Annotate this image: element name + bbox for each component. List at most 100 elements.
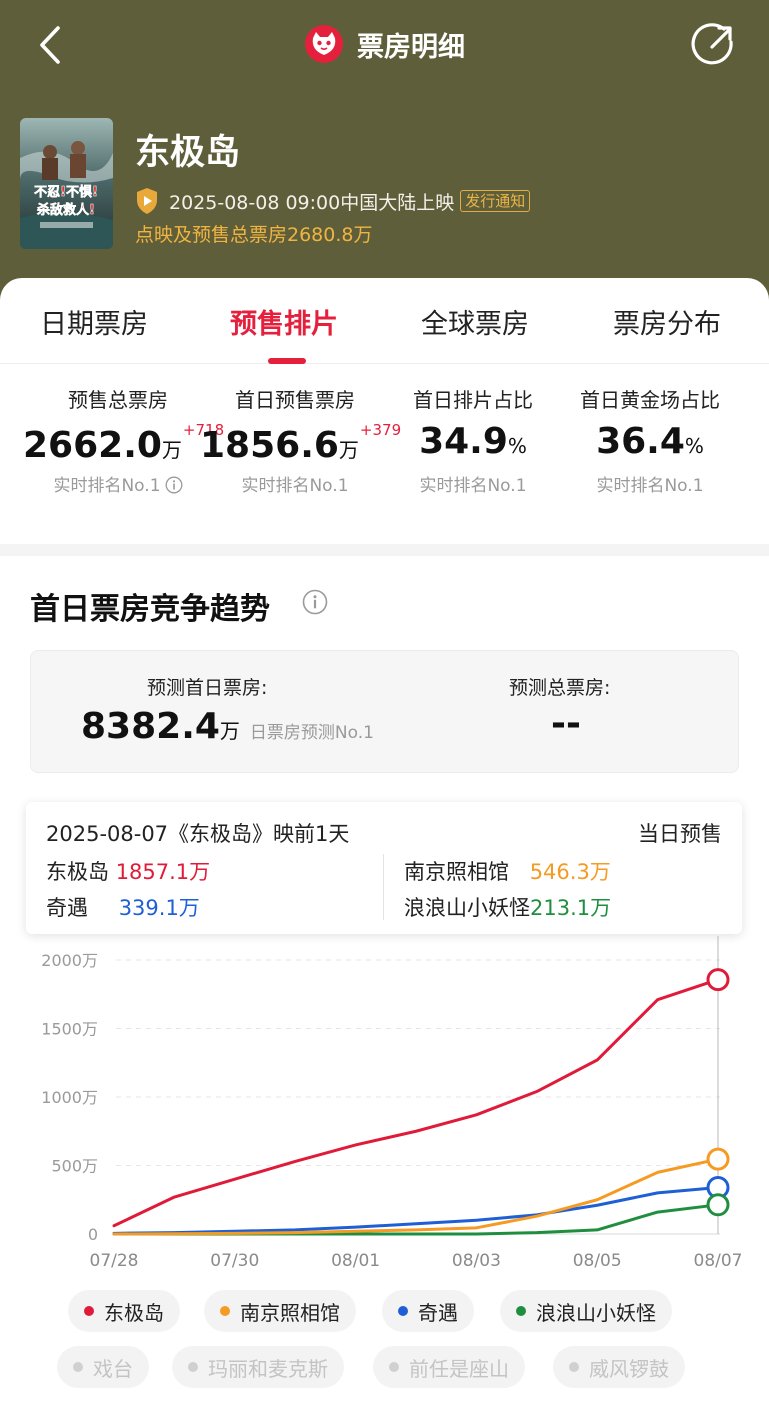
stat-value: 36.4 <box>596 421 685 462</box>
stat-label: 首日排片占比 <box>413 388 533 412</box>
stat-rank: 实时排名No.1 <box>23 471 213 496</box>
stat-label: 首日黄金场占比 <box>580 388 720 412</box>
trend-line-chart[interactable]: 0 500万 1000万 1500万 2000万 07/28 07/30 08/01 08/03… <box>0 936 769 1276</box>
predicted-first-day-label: 预测首日票房: <box>147 677 268 699</box>
legend-label: 戏台 <box>93 1356 133 1381</box>
stat-unit: 万 <box>161 438 182 462</box>
nav-title-group: 票房明细 <box>0 24 769 64</box>
stats-row: 预售总票房 2662.0万+718 实时排名No.1 首日预售票房 1856.6… <box>0 384 769 524</box>
predicted-total-value: -- <box>551 703 581 744</box>
tooltip-item-value: 339.1万 <box>118 896 200 920</box>
series-line <box>112 1186 720 1235</box>
prediction-box: 预测首日票房: 8382.4万 日票房预测No.1 预测总票房: -- <box>30 650 739 773</box>
stat-rank-text: 实时排名No.1 <box>53 476 161 496</box>
active-tab-indicator <box>268 358 306 364</box>
movie-poster[interactable]: 不忍!不惧! 杀敌救人! <box>20 118 113 249</box>
y-tick-label: 500万 <box>51 1157 98 1176</box>
x-tick-label: 08/03 <box>452 1251 501 1271</box>
info-icon[interactable] <box>165 476 183 494</box>
legend-item[interactable]: 前任是座山 <box>373 1346 525 1388</box>
tab-bar: 日期票房 预售排片 全球票房 票房分布 <box>0 278 769 364</box>
tooltip-item: 浪浪山小妖怪213.1万 <box>404 892 611 922</box>
legend-dot <box>220 1306 230 1316</box>
series-end-point <box>706 1193 730 1217</box>
nav-bar: 票房明细 <box>0 0 769 92</box>
tooltip-item-name: 南京照相馆 <box>404 860 509 884</box>
tooltip-separator <box>383 854 384 920</box>
legend-item[interactable]: 奇遇 <box>382 1290 474 1332</box>
tooltip-item-value: 546.3万 <box>529 860 611 884</box>
tooltip-type: 当日预售 <box>638 822 722 846</box>
stat-label: 预售总票房 <box>68 388 168 412</box>
stat-value: 2662.0 <box>23 425 162 466</box>
legend-item[interactable]: 南京照相馆 <box>204 1290 356 1332</box>
y-tick-label: 2000万 <box>41 951 98 970</box>
legend-dot <box>516 1306 526 1316</box>
legend-dot <box>188 1362 198 1372</box>
series-end-point <box>706 968 730 992</box>
x-tick-label: 08/01 <box>331 1251 380 1271</box>
predicted-first-day-rank: 日票房预测No.1 <box>249 723 374 743</box>
stat-first-day-schedule-ratio: 首日排片占比 34.9% 实时排名No.1 <box>378 384 568 496</box>
legend-dot <box>389 1362 399 1372</box>
section-divider <box>0 544 769 556</box>
release-info: 2025-08-08 09:00中国大陆上映 发行通知 <box>135 186 531 216</box>
stat-first-day-golden-ratio: 首日黄金场占比 36.4% 实时排名No.1 <box>555 384 745 496</box>
legend-dot <box>569 1362 579 1372</box>
x-tick-label: 07/30 <box>210 1251 259 1271</box>
stat-value: 34.9 <box>419 421 508 462</box>
legend-label: 威风锣鼓 <box>589 1356 669 1381</box>
stat-first-day-presale: 首日预售票房 1856.6万+379 实时排名No.1 <box>200 384 401 496</box>
movie-header: 票房明细 不忍!不惧! 杀敌救人! 东极岛 2025-08-08 09:00中国… <box>0 0 769 300</box>
stat-presale-total: 预售总票房 2662.0万+718 实时排名No.1 <box>23 384 224 496</box>
legend-item[interactable]: 玛丽和麦克斯 <box>172 1346 344 1388</box>
movie-title: 东极岛 <box>135 133 241 173</box>
release-date: 2025-08-08 09:00中国大陆上映 <box>169 191 455 214</box>
legend-label: 浪浪山小妖怪 <box>536 1300 656 1325</box>
legend-label: 南京照相馆 <box>240 1300 340 1325</box>
series-line <box>112 978 720 1228</box>
tooltip-item-name: 浪浪山小妖怪 <box>404 896 530 920</box>
predicted-total-label: 预测总票房: <box>509 677 611 699</box>
stat-unit: 万 <box>338 438 359 462</box>
stat-rank: 实时排名No.1 <box>596 476 704 496</box>
content-card: 日期票房 预售排片 全球票房 票房分布 预售总票房 2662.0万+718 实时… <box>0 278 769 1421</box>
legend-label: 奇遇 <box>418 1300 458 1325</box>
tab-daily-box-office[interactable]: 日期票房 <box>40 302 148 341</box>
presale-total-text: 点映及预售总票房2680.8万 <box>135 224 373 246</box>
y-tick-label: 1500万 <box>41 1020 98 1039</box>
legend-label: 前任是座山 <box>409 1356 509 1381</box>
predicted-first-day-value: 8382.4 <box>81 706 220 747</box>
svg-text:不忍!不惧!: 不忍!不惧! <box>34 184 98 200</box>
legend-item[interactable]: 浪浪山小妖怪 <box>500 1290 672 1332</box>
stat-value: 1856.6 <box>200 425 339 466</box>
predicted-first-day-value-row: 8382.4万 日票房预测No.1 <box>81 706 374 747</box>
legend-item[interactable]: 戏台 <box>57 1346 149 1388</box>
legend-dot <box>73 1362 83 1372</box>
x-tick-label: 08/07 <box>694 1251 743 1271</box>
tab-global-box-office[interactable]: 全球票房 <box>421 302 529 341</box>
legend-item[interactable]: 东极岛 <box>68 1290 180 1332</box>
tab-presale-schedule[interactable]: 预售排片 <box>230 302 338 341</box>
predicted-first-day-unit: 万 <box>219 719 240 743</box>
shield-icon <box>137 188 157 214</box>
stat-unit: % <box>684 434 704 458</box>
chart-tooltip: 2025-08-07《东极岛》映前1天 当日预售 东极岛 1857.1万 南京照… <box>26 802 742 934</box>
tooltip-item: 东极岛 1857.1万 <box>46 856 210 886</box>
svg-text:杀敌救人!: 杀敌救人! <box>37 202 95 218</box>
page-title: 票房明细 <box>357 31 466 63</box>
legend-label: 玛丽和麦克斯 <box>208 1356 328 1381</box>
series-end-point <box>706 1147 730 1171</box>
stat-label: 首日预售票房 <box>235 388 355 412</box>
x-tick-label: 08/05 <box>573 1251 622 1271</box>
legend-item[interactable]: 威风锣鼓 <box>553 1346 685 1388</box>
stat-rank: 实时排名No.1 <box>241 476 349 496</box>
tooltip-item-name: 东极岛 <box>46 860 109 884</box>
section-title: 首日票房竞争趋势 <box>30 592 270 627</box>
tooltip-date: 2025-08-07《东极岛》映前1天 <box>46 822 350 846</box>
tab-box-office-distribution[interactable]: 票房分布 <box>613 302 721 341</box>
release-notice-tag[interactable]: 发行通知 <box>460 190 531 212</box>
share-icon[interactable] <box>688 20 738 70</box>
info-icon[interactable] <box>302 589 328 615</box>
tooltip-item-value: 1857.1万 <box>115 860 211 884</box>
